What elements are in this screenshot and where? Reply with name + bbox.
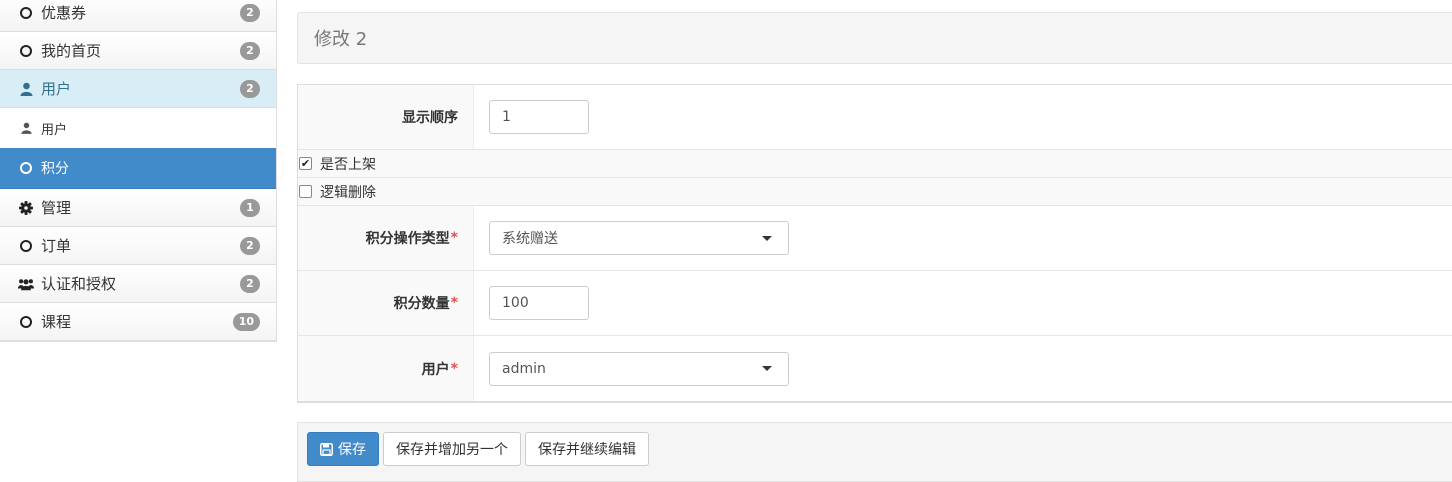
circle-icon xyxy=(18,314,34,330)
logical-delete-label: 逻辑删除 xyxy=(320,184,376,201)
save-add-another-button[interactable]: 保存并增加另一个 xyxy=(383,432,521,466)
sidebar-item-users[interactable]: 用户 2 xyxy=(0,70,276,108)
field-label: 用户 * xyxy=(298,336,474,401)
points-amount-input[interactable]: 100 xyxy=(489,286,589,320)
sidebar-subitem-points[interactable]: 积分 xyxy=(0,148,276,189)
field-label: 积分操作类型 * xyxy=(298,206,474,270)
edit-form: 显示顺序 1 ✔ 是否上架 逻辑删除 积分操作类型 * 系统赠送 积分数量 * 10… xyxy=(297,84,1452,403)
user-icon xyxy=(18,81,34,97)
checkbox-row-is-listed[interactable]: ✔ 是否上架 xyxy=(298,150,1452,178)
count-badge: 2 xyxy=(240,79,260,98)
count-badge: 2 xyxy=(240,41,260,60)
count-badge: 2 xyxy=(240,3,260,22)
form-row-points-amount: 积分数量 * 100 xyxy=(298,271,1452,336)
sidebar-item-coupons[interactable]: 优惠券 2 xyxy=(0,0,276,32)
sidebar-item-orders[interactable]: 订单 2 xyxy=(0,227,276,265)
points-amount-label: 积分数量 xyxy=(393,296,450,312)
page-title: 修改 2 xyxy=(297,12,1452,64)
form-row-user: 用户 * admin xyxy=(298,336,1452,401)
gear-icon xyxy=(18,200,34,216)
sidebar-subitem-users[interactable]: 用户 xyxy=(0,108,276,148)
display-order-input[interactable]: 1 xyxy=(489,100,589,134)
checkbox-row-logical-delete[interactable]: 逻辑删除 xyxy=(298,178,1452,206)
save-button-label: 保存 xyxy=(338,442,366,458)
is-listed-checkbox[interactable]: ✔ xyxy=(299,157,312,170)
count-badge: 2 xyxy=(240,274,260,293)
circle-icon xyxy=(18,5,34,21)
count-badge: 10 xyxy=(232,312,260,331)
field-label: 积分数量 * xyxy=(298,271,474,335)
logical-delete-checkbox[interactable] xyxy=(299,185,312,198)
form-actions: 保存 保存并增加另一个 保存并继续编辑 xyxy=(297,422,1452,482)
required-marker: * xyxy=(450,230,458,246)
required-marker: * xyxy=(450,295,458,311)
save-icon xyxy=(320,442,333,456)
count-badge: 2 xyxy=(240,236,260,255)
sidebar-item-admin[interactable]: 管理 1 xyxy=(0,189,276,227)
sidebar-item-my-home[interactable]: 我的首页 2 xyxy=(0,32,276,70)
count-badge: 1 xyxy=(240,198,260,217)
sidebar-nav: 优惠券 2 我的首页 2 用户 2 用户 积分 管理 1 订单 2 认证和授权 … xyxy=(0,0,277,342)
sidebar-item-label: 用户 xyxy=(41,122,68,138)
points-op-type-label: 积分操作类型 xyxy=(365,231,450,247)
field-label: 显示顺序 xyxy=(298,85,474,149)
caret-down-icon xyxy=(762,235,772,241)
caret-down-icon xyxy=(762,366,772,371)
sidebar-item-auth[interactable]: 认证和授权 2 xyxy=(0,265,276,303)
form-row-points-op-type: 积分操作类型 * 系统赠送 xyxy=(298,206,1452,271)
display-order-label: 显示顺序 xyxy=(402,110,458,126)
points-op-type-select[interactable]: 系统赠送 xyxy=(489,221,789,255)
sidebar-item-courses[interactable]: 课程 10 xyxy=(0,303,276,341)
select-value: 系统赠送 xyxy=(502,231,558,247)
save-continue-button[interactable]: 保存并继续编辑 xyxy=(525,432,649,466)
circle-icon xyxy=(18,160,34,176)
is-listed-label: 是否上架 xyxy=(320,156,376,173)
save-button[interactable]: 保存 xyxy=(307,432,379,466)
select-value: admin xyxy=(502,360,546,377)
form-row-display-order: 显示顺序 1 xyxy=(298,85,1452,150)
sidebar-item-label: 积分 xyxy=(41,161,69,177)
user-icon xyxy=(18,120,34,136)
required-marker: * xyxy=(450,360,458,377)
circle-icon xyxy=(18,238,34,254)
users-group-icon xyxy=(18,276,34,292)
user-select[interactable]: admin xyxy=(489,351,789,386)
user-label: 用户 xyxy=(421,361,450,378)
circle-icon xyxy=(18,43,34,59)
